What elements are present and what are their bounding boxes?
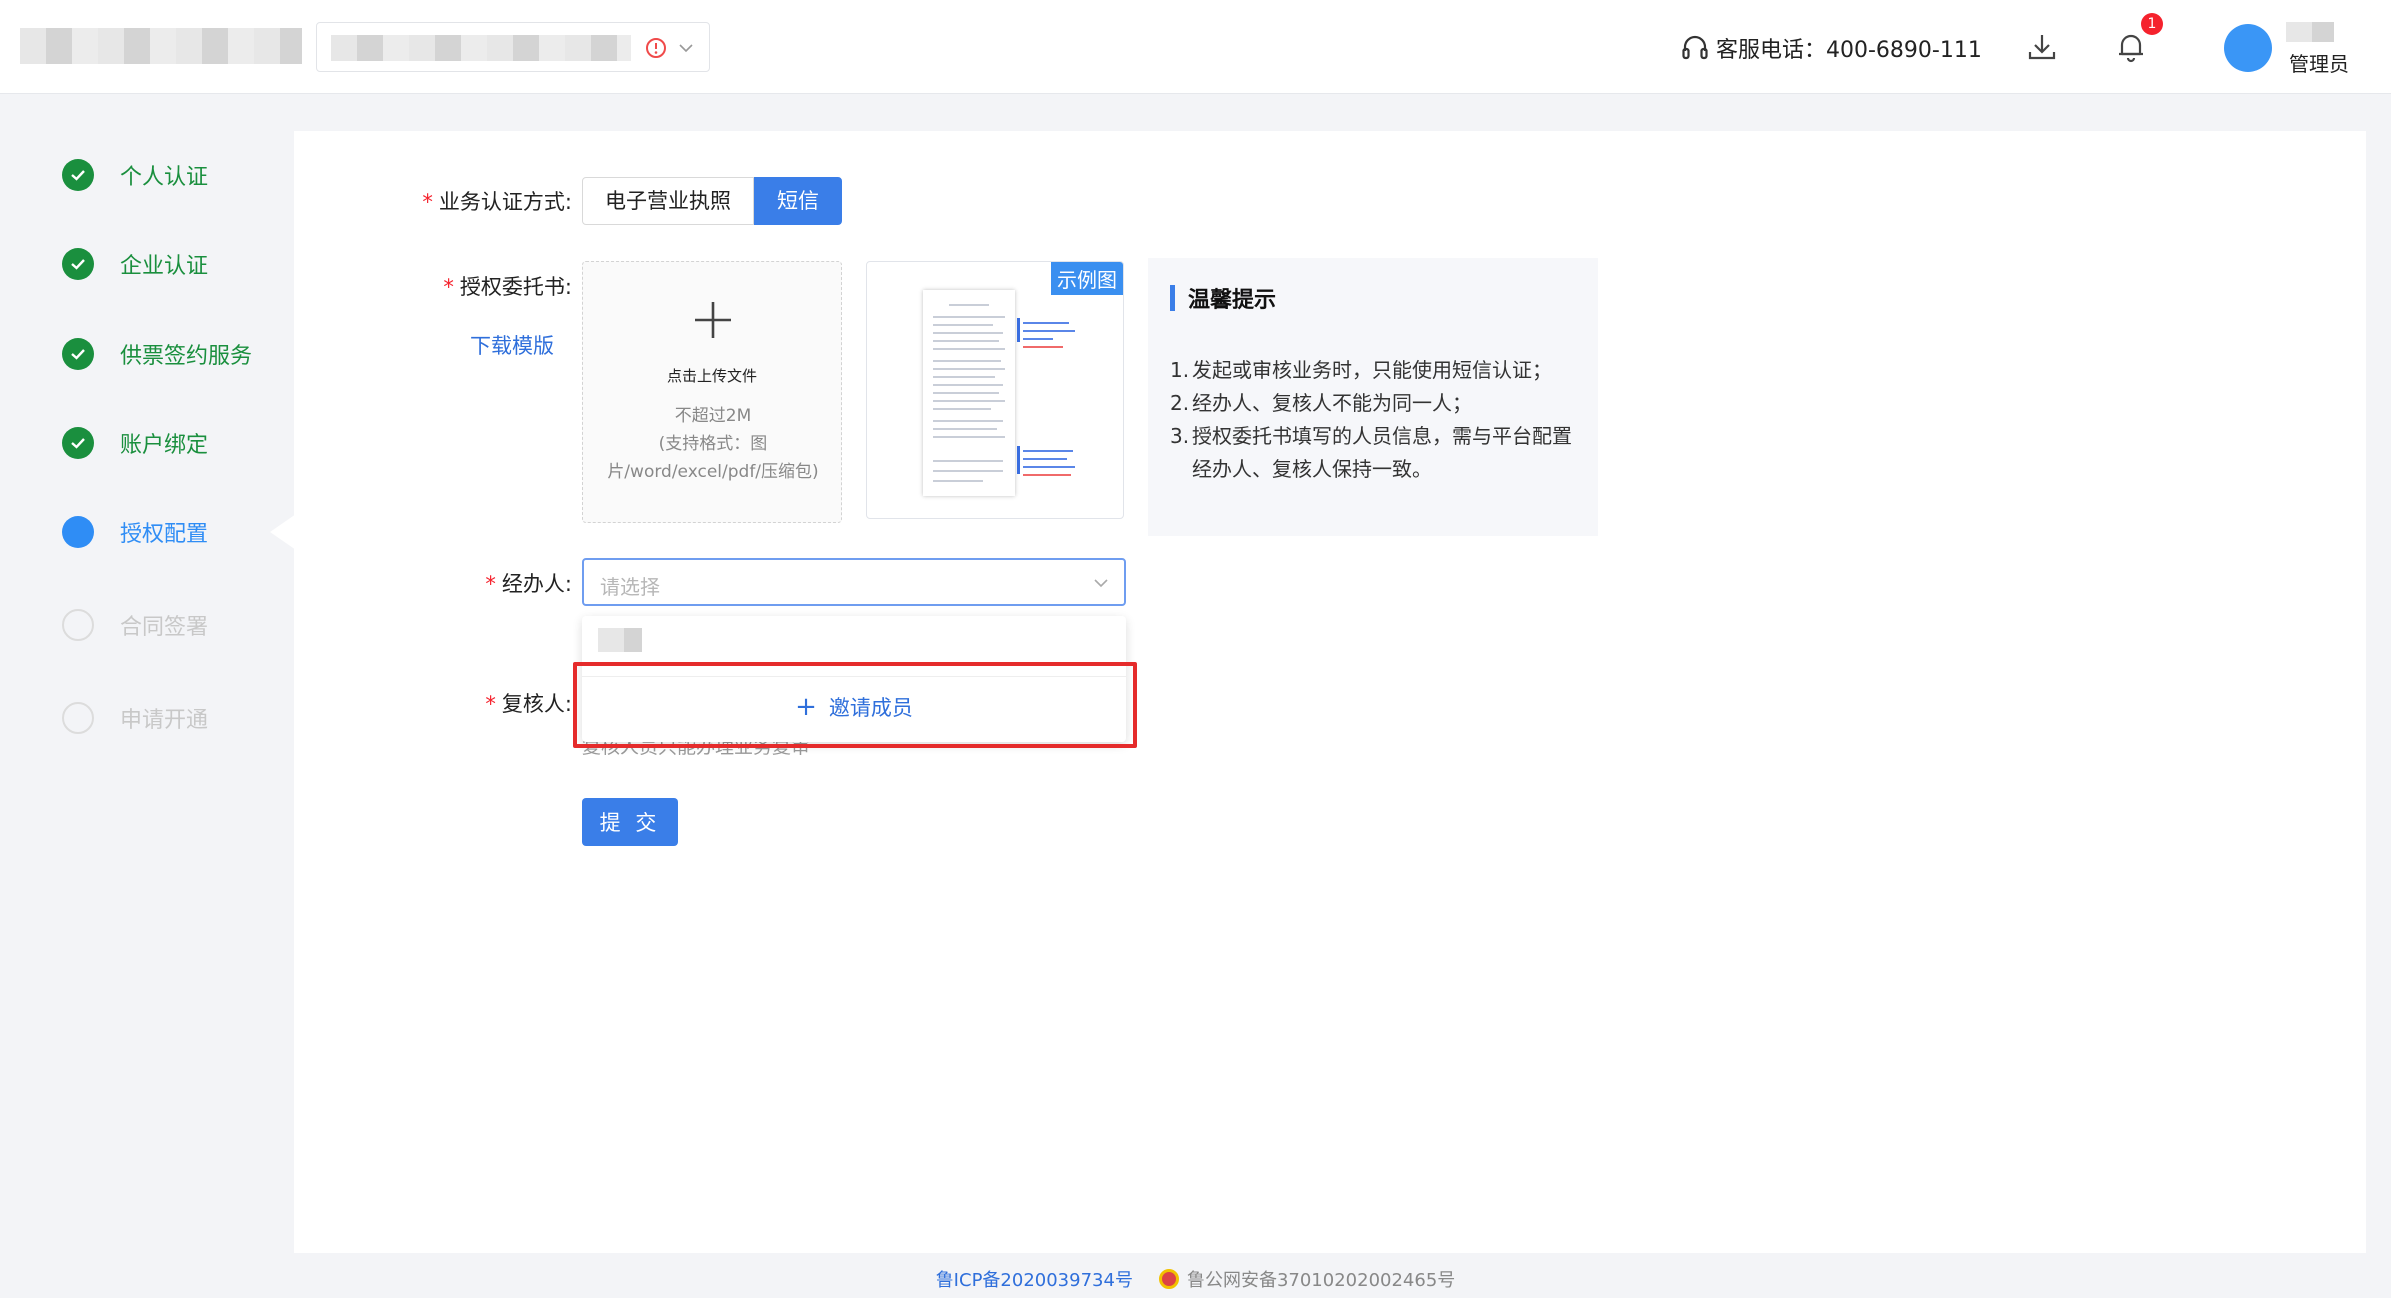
download-icon[interactable] xyxy=(2025,30,2059,64)
step-apply-activation: 申请开通 xyxy=(62,700,208,736)
step-label: 供票签约服务 xyxy=(120,344,253,369)
active-step-pointer xyxy=(270,514,296,550)
auth-method-toggle: 电子营业执照 短信 xyxy=(582,177,842,225)
police-record-link[interactable]: 鲁公网安备37010202002465号 xyxy=(1187,1266,1455,1292)
tips-box: 温馨提示 1. 发起或审核业务时，只能使用短信认证； 2. 经办人、复核人不能为同一… xyxy=(1148,258,1598,536)
check-icon xyxy=(62,427,94,459)
footer: 鲁ICP备2020039734号 鲁公网安备37010202002465号 xyxy=(0,1264,2391,1294)
tip-item: 1. 发起或审核业务时，只能使用短信认证； xyxy=(1170,358,1552,382)
highlight-box xyxy=(573,662,1137,748)
operator-label: * 经办人: xyxy=(485,572,572,596)
sample-tag: 示例图 xyxy=(1051,262,1123,295)
dropdown-option-member[interactable] xyxy=(598,628,642,652)
tip-item: 3. 授权委托书填写的人员信息，需与平台配置经办人、复核人保持一致。 xyxy=(1170,424,1572,481)
chevron-down-icon xyxy=(679,44,693,53)
organization-name xyxy=(331,35,631,61)
step-contract-signing: 合同签署 xyxy=(62,607,208,643)
icp-link[interactable]: 鲁ICP备2020039734号 xyxy=(936,1266,1133,1292)
bell-icon[interactable] xyxy=(2114,30,2148,64)
tip-item: 2. 经办人、复核人不能为同一人； xyxy=(1170,391,1472,415)
check-icon xyxy=(62,338,94,370)
tips-title: 温馨提示 xyxy=(1188,288,1277,313)
pending-step-dot xyxy=(62,609,94,641)
check-icon xyxy=(62,159,94,191)
user-role: 管理员 xyxy=(2289,52,2349,76)
current-step-dot xyxy=(62,516,94,548)
top-header: 客服电话：400-6890-111 1 管理员 xyxy=(0,0,2391,94)
download-template-link[interactable]: 下载模版 xyxy=(470,330,554,360)
police-emblem-icon xyxy=(1158,1269,1179,1289)
reviewer-label: * 复核人: xyxy=(485,692,572,716)
operator-select[interactable]: 请选择 xyxy=(582,558,1126,606)
step-label: 企业认证 xyxy=(120,254,209,279)
option-sms[interactable]: 短信 xyxy=(754,177,842,225)
pending-step-dot xyxy=(62,702,94,734)
plus-icon xyxy=(695,302,731,338)
step-label: 合同签署 xyxy=(120,615,209,640)
sample-image[interactable]: 示例图 xyxy=(866,261,1124,519)
operator-placeholder: 请选择 xyxy=(600,575,660,599)
step-authorization-config: 授权配置 xyxy=(62,514,208,550)
hotline-text: 客服电话：400-6890-111 xyxy=(1716,38,1982,63)
upload-formats: (支持格式：图片/word/excel/pdf/压缩包) xyxy=(607,434,819,482)
authorization-letter-label: * 授权委托书: xyxy=(443,275,572,299)
upload-title: 点击上传文件 xyxy=(666,367,757,385)
sample-document xyxy=(923,290,1015,496)
notification-badge: 1 xyxy=(2141,13,2163,35)
auth-method-label: * 业务认证方式: xyxy=(422,190,572,214)
step-label: 申请开通 xyxy=(120,708,209,733)
file-upload-area[interactable]: 点击上传文件 不超过2M (支持格式：图片/word/excel/pdf/压缩包… xyxy=(582,261,842,523)
step-account-binding: 账户绑定 xyxy=(62,425,208,461)
check-icon xyxy=(62,248,94,280)
option-business-license[interactable]: 电子营业执照 xyxy=(582,177,754,225)
warning-icon xyxy=(646,38,666,58)
step-ticket-signing: 供票签约服务 xyxy=(62,336,252,372)
user-name xyxy=(2286,22,2334,42)
step-personal-auth: 个人认证 xyxy=(62,157,208,193)
step-label: 账户绑定 xyxy=(120,433,209,458)
upload-size-limit: 不超过2M xyxy=(674,406,752,426)
chevron-down-icon xyxy=(1094,579,1108,588)
step-label: 个人认证 xyxy=(120,165,209,190)
step-enterprise-auth: 企业认证 xyxy=(62,246,208,282)
upload-hint: 不超过2M (支持格式：图片/word/excel/pdf/压缩包) xyxy=(603,402,823,486)
avatar[interactable] xyxy=(2224,24,2272,72)
tips-accent-bar xyxy=(1170,285,1175,311)
headset-icon xyxy=(1682,35,1708,60)
tips-list: 1. 发起或审核业务时，只能使用短信认证； 2. 经办人、复核人不能为同一人； 3.… xyxy=(1170,354,1580,486)
hotline: 客服电话：400-6890-111 xyxy=(1680,30,1982,66)
organization-selector[interactable] xyxy=(316,22,710,72)
logo[interactable] xyxy=(20,28,302,64)
step-label: 授权配置 xyxy=(120,522,209,547)
submit-button[interactable]: 提 交 xyxy=(582,798,678,846)
